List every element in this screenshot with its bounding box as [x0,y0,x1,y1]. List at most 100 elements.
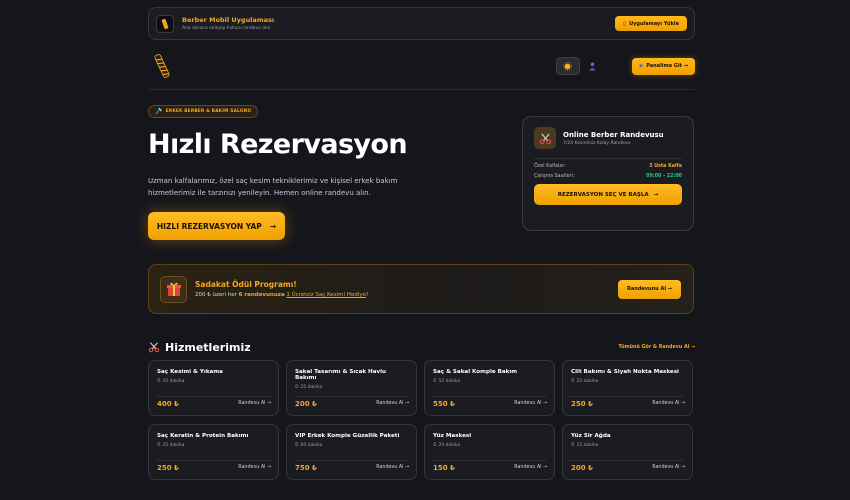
info-row: Çalışma Saatleri: 09:00 - 22:00 [534,174,682,179]
online-appointment-card: Online Berber Randevusu 7/24 Kesintisiz … [522,116,694,231]
service-price: 200 ₺ [571,464,593,472]
clock-icon: ⏱ [433,443,437,448]
service-card[interactable]: Sakal Tasarımı & Sıcak Havlu Bakımı ⏱ 25 … [286,360,417,416]
user-icon[interactable] [588,60,598,72]
app-banner-subtitle: Ana ekrana ekleyip hızlıca randevu alın [182,26,271,31]
loyalty-banner: Sadakat Ödül Programı! 200 ₺ üzeri her 6… [148,264,694,314]
book-service-link[interactable]: Randevu Al → [238,401,271,406]
panel-button-label: Panelime Git → [646,63,688,69]
service-card[interactable]: Saç & Sakal Komple Bakım ⏱ 55 dakika 550 … [424,360,555,416]
scissors-icon [148,338,160,357]
service-duration: ⏱ 25 dakika [157,442,271,449]
service-card[interactable]: Yüz Maskesi ⏱ 20 dakika 150 ₺ Randevu Al … [424,424,555,480]
service-name: Sakal Tasarımı & Sıcak Havlu Bakımı [295,369,387,381]
service-duration-text: 25 dakika [300,384,323,390]
info-value: 09:00 - 22:00 [646,174,682,179]
sun-icon [563,61,573,71]
info-label: Çalışma Saatleri: [534,174,575,179]
book-service-link[interactable]: Randevu Al → [376,401,409,406]
service-name: Saç & Sakal Komple Bakım [433,369,518,375]
clock-icon: ⏱ [157,379,161,384]
services-grid: Saç Kesimi & Yıkama ⏱ 35 dakika 400 ₺ Ran… [148,360,695,480]
service-card[interactable]: Saç Kesimi & Yıkama ⏱ 35 dakika 400 ₺ Ran… [148,360,279,416]
service-name: Cilt Bakımı & Siyah Nokta Maskesi [571,369,679,375]
online-card-subtitle: 7/24 Kesintisiz Kolay Randevu [563,140,631,146]
service-price: 150 ₺ [433,464,455,472]
service-duration-text: 60 dakika [300,442,323,448]
quick-reservation-button[interactable]: HIZLI REZERVASYON YAP → [148,212,285,240]
service-duration-text: 55 dakika [438,378,461,384]
service-price: 200 ₺ [295,400,317,408]
service-price: 750 ₺ [295,464,317,472]
services-title: Hizmetlerimiz [165,341,251,354]
service-duration: ⏱ 35 dakika [157,378,271,385]
barber-pole-logo[interactable] [152,52,172,80]
service-card[interactable]: Cilt Bakımı & Siyah Nokta Maskesi ⏱ 25 da… [562,360,693,416]
panel-icon: ◉ [638,63,644,69]
service-duration-text: 25 dakika [162,442,185,448]
see-all-services-link[interactable]: Tümünü Gör & Randevu Al → [618,345,695,350]
loyalty-book-button[interactable]: Randevunu Al → [618,279,681,299]
loyalty-reward-link[interactable]: 1 Ücretsiz Saç Kesimi Hediye [286,292,366,298]
service-name: Saç Keratin & Protein Bakımı [157,433,249,439]
clock-icon: ⏱ [295,385,299,390]
card-divider [294,460,409,461]
install-app-button[interactable]: ▯ Uygulamayı Yükle [615,16,687,31]
card-divider [570,396,685,397]
clock-icon: ⏱ [571,379,575,384]
scissors-icon [534,127,556,149]
online-card-title: Online Berber Randevusu [563,130,664,139]
book-service-link[interactable]: Randevu Al → [376,465,409,470]
page-title: Hızlı Rezervasyon [148,129,408,160]
service-price: 550 ₺ [433,400,455,408]
hero-badge-label: ERKEK BERBER & BAKIM SALONU [165,109,252,114]
hero-badge: 🪒 ERKEK BERBER & BAKIM SALONU [148,105,259,118]
service-card[interactable]: VIP Erkek Komple Güzellik Paketi ⏱ 60 dak… [286,424,417,480]
app-banner-title: Berber Mobil Uygulaması [182,16,275,24]
install-app-label: Uygulamayı Yükle [629,20,679,27]
book-service-link[interactable]: Randevu Al → [514,401,547,406]
service-duration-text: 20 dakika [438,442,461,448]
card-divider [156,460,271,461]
card-divider [432,460,547,461]
book-service-link[interactable]: Randevu Al → [652,401,685,406]
service-price: 250 ₺ [157,464,179,472]
app-install-banner: Berber Mobil Uygulaması Ana ekrana ekley… [148,7,695,40]
card-divider [432,396,547,397]
service-duration: ⏱ 25 dakika [571,378,685,385]
service-duration: ⏱ 20 dakika [433,442,547,449]
service-duration: ⏱ 55 dakika [433,378,547,385]
arrow-right-icon: → [653,191,659,198]
card-divider [294,396,409,397]
service-duration-text: 25 dakika [576,378,599,384]
loyalty-text: ! [365,292,369,298]
clock-icon: ⏱ [157,443,161,448]
service-card[interactable]: Saç Keratin & Protein Bakımı ⏱ 25 dakika … [148,424,279,480]
loyalty-description: 200 ₺ üzeri her 6 randevunuza 1 Ücretsiz… [195,292,368,298]
service-name: Yüz Maskesi [433,433,472,439]
service-duration-text: 35 dakika [162,378,185,384]
info-value: 3 Usta Kalfa [649,164,682,169]
service-duration: ⏱ 15 dakika [571,442,685,449]
service-card[interactable]: Yüz Sir Ağda ⏱ 15 dakika 200 ₺ Randevu Al… [562,424,693,480]
clock-icon: ⏱ [295,443,299,448]
service-duration: ⏱ 60 dakika [295,442,409,449]
arrow-right-icon: → [269,221,277,231]
book-service-link[interactable]: Randevu Al → [238,465,271,470]
loyalty-book-label: Randevunu Al → [627,286,672,292]
service-name: VIP Erkek Komple Güzellik Paketi [295,433,400,439]
book-service-link[interactable]: Randevu Al → [514,465,547,470]
site-header: ◉ Panelime Git → [148,49,695,83]
hero-description: Uzman kalfalarımız, özel saç kesim tekni… [148,177,398,197]
download-icon: ▯ [623,20,627,27]
select-reservation-button[interactable]: REZERVASYON SEÇ VE BAŞLA → [534,184,682,205]
quick-reservation-label: HIZLI REZERVASYON YAP [156,221,262,231]
go-to-panel-button[interactable]: ◉ Panelime Git → [631,57,695,75]
loyalty-title: Sadakat Ödül Programı! [195,280,297,289]
book-service-link[interactable]: Randevu Al → [652,465,685,470]
phone-icon [156,14,174,33]
barber-pole-icon: 🪒 [155,108,163,115]
clock-icon: ⏱ [433,379,437,384]
service-duration: ⏱ 25 dakika [295,384,409,391]
theme-toggle-button[interactable] [555,57,580,75]
